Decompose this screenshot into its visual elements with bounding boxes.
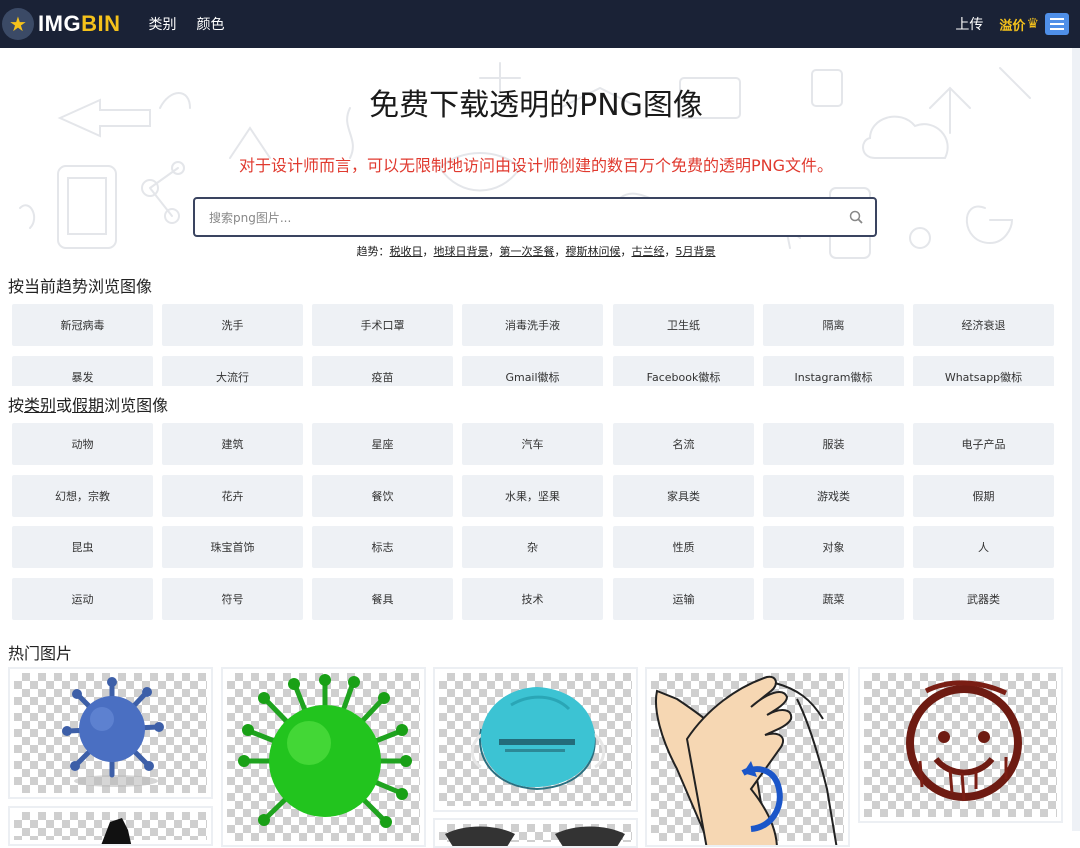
image-card-partial[interactable] bbox=[433, 818, 638, 848]
trending-link[interactable]: 穆斯林问候 bbox=[566, 245, 621, 258]
category-chip[interactable]: 家具类 bbox=[613, 475, 754, 517]
trend-chip[interactable]: 手术口罩 bbox=[312, 304, 453, 346]
page-title: 免费下载透明的PNG图像 bbox=[369, 88, 703, 123]
image-card-n95-mask[interactable] bbox=[433, 667, 638, 812]
category-chip[interactable]: 运动 bbox=[12, 578, 153, 620]
silhouette-image bbox=[101, 818, 132, 844]
menu-bar-1 bbox=[1050, 18, 1064, 20]
trending-link[interactable]: 古兰经 bbox=[632, 245, 665, 258]
trend-chip[interactable]: 洗手 bbox=[162, 304, 303, 346]
category-chip[interactable]: 汽车 bbox=[462, 423, 603, 465]
logo[interactable]: ★ IMGBIN bbox=[2, 8, 120, 40]
search-input[interactable] bbox=[195, 199, 831, 237]
category-chip[interactable]: 水果，坚果 bbox=[462, 475, 603, 517]
categories-link[interactable]: 类别 bbox=[24, 396, 56, 415]
menu-button[interactable] bbox=[1045, 13, 1069, 35]
category-chip[interactable]: 性质 bbox=[613, 526, 754, 568]
star-icon: ★ bbox=[2, 8, 34, 40]
menu-bar-3 bbox=[1050, 28, 1064, 30]
categories-section-title: 按类别或假期浏览图像 bbox=[8, 392, 168, 416]
top-nav: ★ IMGBIN 类别 颜色 上传 溢价 ♛ bbox=[0, 0, 1080, 48]
category-chip[interactable]: 武器类 bbox=[913, 578, 1054, 620]
category-chip[interactable]: 星座 bbox=[312, 423, 453, 465]
category-chip[interactable]: 餐具 bbox=[312, 578, 453, 620]
trending-link[interactable]: 5月背景 bbox=[676, 245, 716, 258]
n95-mask-image bbox=[470, 687, 606, 791]
nav-right: 上传 溢价 ♛ bbox=[955, 13, 1080, 35]
category-chip[interactable]: 杂 bbox=[462, 526, 603, 568]
nav-colors-link[interactable]: 颜色 bbox=[196, 14, 224, 34]
nav-categories-link[interactable]: 类别 bbox=[148, 14, 176, 34]
category-chip[interactable]: 服装 bbox=[763, 423, 904, 465]
category-chip[interactable]: 标志 bbox=[312, 526, 453, 568]
image-card-hand-washing[interactable] bbox=[645, 667, 850, 847]
holidays-link[interactable]: 假期 bbox=[72, 396, 104, 415]
category-chip[interactable]: 人 bbox=[913, 526, 1054, 568]
trending-links: 趋势：税收日，地球日背景，第一次圣餐，穆斯林问候，古兰经，5月背景 bbox=[356, 245, 716, 258]
category-chip[interactable]: 昆虫 bbox=[12, 526, 153, 568]
trend-chip[interactable]: Facebook徽标 bbox=[613, 356, 754, 386]
categories-title-or: 或 bbox=[56, 396, 73, 415]
trend-chip[interactable]: 新冠病毒 bbox=[12, 304, 153, 346]
category-chip[interactable]: 花卉 bbox=[162, 475, 303, 517]
crown-icon: ♛ bbox=[1026, 16, 1039, 32]
blue-virus-image bbox=[62, 677, 164, 787]
trend-chip[interactable]: 经济衰退 bbox=[913, 304, 1054, 346]
category-chip[interactable]: 动物 bbox=[12, 423, 153, 465]
page-scrollbar[interactable] bbox=[1072, 48, 1080, 831]
dark-shape-image bbox=[445, 826, 625, 846]
trend-chip[interactable]: Gmail徽标 bbox=[462, 356, 603, 386]
trending-link[interactable]: 税收日 bbox=[390, 245, 423, 258]
green-virus-image bbox=[238, 674, 412, 828]
category-chip[interactable]: 名流 bbox=[613, 423, 754, 465]
logo-text: IMGBIN bbox=[38, 11, 120, 37]
trending-link[interactable]: 地球日背景 bbox=[434, 245, 489, 258]
category-chip[interactable]: 建筑 bbox=[162, 423, 303, 465]
category-chip[interactable]: 假期 bbox=[913, 475, 1054, 517]
category-chip[interactable]: 技术 bbox=[462, 578, 603, 620]
trend-chip[interactable]: 隔离 bbox=[763, 304, 904, 346]
image-card-smiley-face[interactable] bbox=[858, 667, 1063, 823]
trend-chip[interactable]: Whatsapp徽标 bbox=[913, 356, 1054, 386]
category-chip[interactable]: 游戏类 bbox=[763, 475, 904, 517]
logo-text-bin: BIN bbox=[81, 11, 121, 36]
smiley-face-image bbox=[906, 680, 1022, 802]
trend-chip[interactable]: 卫生纸 bbox=[613, 304, 754, 346]
logo-text-img: IMG bbox=[38, 11, 82, 36]
trend-chip[interactable]: Instagram徽标 bbox=[763, 356, 904, 386]
hand-washing-image bbox=[655, 675, 838, 845]
trend-chip[interactable]: 大流行 bbox=[162, 356, 303, 386]
premium-link[interactable]: 溢价 ♛ bbox=[999, 15, 1039, 34]
trends-section-title: 按当前趋势浏览图像 bbox=[8, 277, 153, 296]
image-card-blue-virus[interactable] bbox=[8, 667, 213, 799]
image-card-partial[interactable] bbox=[8, 806, 213, 846]
category-chip[interactable]: 蔬菜 bbox=[763, 578, 904, 620]
categories-title-pre: 按 bbox=[8, 396, 25, 415]
category-chip[interactable]: 餐饮 bbox=[312, 475, 453, 517]
search-icon[interactable] bbox=[849, 210, 863, 224]
trending-label: 趋势： bbox=[356, 245, 390, 258]
categories-title-post: 浏览图像 bbox=[104, 396, 169, 415]
page-subtitle: 对于设计师而言，可以无限制地访问由设计师创建的数百万个免费的透明PNG文件。 bbox=[238, 156, 834, 175]
category-chip[interactable]: 运输 bbox=[613, 578, 754, 620]
trend-chip[interactable]: 消毒洗手液 bbox=[462, 304, 603, 346]
trending-link[interactable]: 第一次圣餐 bbox=[500, 245, 555, 258]
upload-link[interactable]: 上传 bbox=[955, 14, 983, 34]
image-card-green-virus[interactable] bbox=[221, 667, 426, 847]
trends-grid: 新冠病毒 洗手 手术口罩 消毒洗手液 卫生纸 隔离 经济衰退 暴发 大流行 疫苗… bbox=[0, 304, 1072, 386]
hot-images-title: 热门图片 bbox=[8, 644, 73, 663]
trend-chip[interactable]: 暴发 bbox=[12, 356, 153, 386]
category-chip[interactable]: 电子产品 bbox=[913, 423, 1054, 465]
category-chip[interactable]: 对象 bbox=[763, 526, 904, 568]
premium-label: 溢价 bbox=[999, 18, 1026, 34]
hero-section: 免费下载透明的PNG图像 对于设计师而言，可以无限制地访问由设计师创建的数百万个… bbox=[0, 48, 1072, 270]
category-chip[interactable]: 幻想，宗教 bbox=[12, 475, 153, 517]
trend-chip[interactable]: 疫苗 bbox=[312, 356, 453, 386]
category-chip[interactable]: 符号 bbox=[162, 578, 303, 620]
search-box bbox=[193, 197, 877, 237]
category-chip[interactable]: 珠宝首饰 bbox=[162, 526, 303, 568]
menu-bar-2 bbox=[1050, 23, 1064, 25]
